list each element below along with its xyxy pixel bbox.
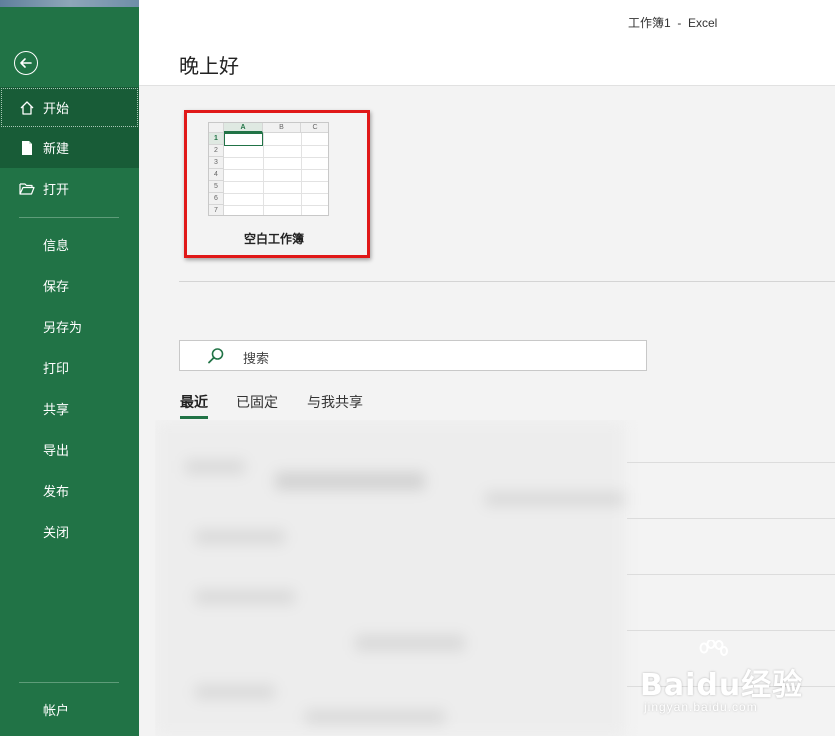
tab-recent-label: 最近 — [180, 394, 208, 410]
list-divider — [627, 462, 835, 463]
blank-workbook-template[interactable]: A B C 1 2 3 4 5 6 7 空白工作簿 — [179, 106, 375, 262]
nav-new-label: 新建 — [43, 141, 70, 156]
watermark-logo-text: Baidu经验 — [640, 668, 804, 703]
list-divider — [627, 518, 835, 519]
tab-shared-label: 与我共享 — [307, 394, 363, 410]
desktop-background-strip — [0, 0, 139, 7]
nav-save[interactable]: 保存 — [0, 265, 139, 306]
tab-shared[interactable]: 与我共享 — [307, 392, 363, 419]
list-divider — [627, 630, 835, 631]
nav-account[interactable]: 帐户 — [0, 689, 139, 730]
baidu-jingyan-watermark: Baidu经验 jingyan.baidu.com — [640, 640, 830, 720]
tab-pinned[interactable]: 已固定 — [236, 392, 278, 419]
nav-open[interactable]: 打开 — [0, 168, 139, 209]
sidebar-divider — [19, 682, 119, 683]
nav-share[interactable]: 共享 — [0, 388, 139, 429]
watermark-url: jingyan.baidu.com — [644, 700, 758, 714]
list-divider — [627, 574, 835, 575]
search-placeholder: 搜索 — [243, 351, 270, 366]
nav-publish[interactable]: 发布 — [0, 470, 139, 511]
tab-recent[interactable]: 最近 — [180, 392, 208, 419]
greeting-heading: 晚上好 — [179, 56, 239, 78]
nav-open-label: 打开 — [43, 182, 70, 197]
nav-home[interactable]: 开始 — [0, 87, 139, 128]
new-file-icon — [18, 139, 36, 157]
home-icon — [18, 99, 36, 117]
nav-print[interactable]: 打印 — [0, 347, 139, 388]
section-divider — [179, 281, 835, 282]
tab-pinned-label: 已固定 — [236, 394, 278, 410]
nav-home-label: 开始 — [43, 101, 70, 116]
nav-export[interactable]: 导出 — [0, 429, 139, 470]
nav-new[interactable]: 新建 — [0, 127, 139, 168]
back-button[interactable] — [14, 51, 38, 75]
search-input[interactable]: 搜索 — [179, 340, 647, 371]
window-title: 工作簿1 - Excel — [628, 16, 718, 30]
arrow-left-circle-icon — [20, 58, 32, 68]
folder-open-icon — [18, 180, 36, 198]
nav-save-as[interactable]: 另存为 — [0, 306, 139, 347]
backstage-sidebar: 开始 新建 打开 信息 保存 另存为 打印 共享 导出 发布 关闭 帐户 — [0, 7, 139, 736]
red-highlight-box — [184, 110, 370, 258]
nav-info[interactable]: 信息 — [0, 224, 139, 265]
nav-close[interactable]: 关闭 — [0, 511, 139, 552]
search-icon — [208, 348, 224, 364]
active-tab-underline — [180, 416, 208, 419]
title-bar: 工作簿1 - Excel 晚上好 — [139, 0, 835, 86]
sidebar-divider — [19, 217, 119, 218]
